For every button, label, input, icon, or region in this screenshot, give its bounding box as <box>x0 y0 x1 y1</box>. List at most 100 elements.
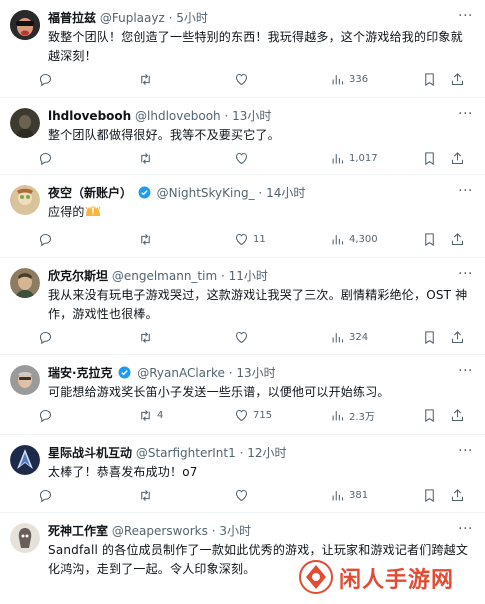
tweet[interactable]: 欣克尔斯坦 @engelmann_tim · 11小时 我从来没有玩电子游戏哭过… <box>0 258 485 355</box>
handle[interactable]: @Reapersworks <box>112 524 208 538</box>
avatar[interactable] <box>10 445 40 475</box>
bookmark-icon <box>425 330 434 344</box>
tweet[interactable]: 瑞安·克拉克 @RyanAClarke · 13小时 可能想给游戏奖长笛小子发送… <box>0 355 485 435</box>
views-count: 336 <box>349 73 369 85</box>
retweet-button[interactable]: 4 <box>138 406 163 424</box>
separator: · <box>211 524 216 538</box>
watermark-text: 闲人手游网 <box>339 568 455 593</box>
reply-button[interactable] <box>38 70 53 88</box>
views-button[interactable]: 324 <box>330 328 368 346</box>
reply-button[interactable] <box>38 149 53 167</box>
tweet-text: 整个团队都做得很好。我等不及要买它了。 <box>48 128 280 142</box>
likes-count: 11 <box>253 233 266 245</box>
tweet-header: 欣克尔斯坦 @engelmann_tim · 11小时 <box>48 267 473 285</box>
display-name[interactable]: 欣克尔斯坦 <box>48 269 108 283</box>
reply-button[interactable] <box>38 230 53 248</box>
display-name[interactable]: 死神工作室 <box>48 524 108 538</box>
avatar[interactable] <box>10 185 40 215</box>
bookmark-button[interactable] <box>422 406 437 424</box>
tweet-content: 瑞安·克拉克 @RyanAClarke · 13小时 可能想给游戏奖长笛小子发送… <box>48 364 473 402</box>
timestamp[interactable]: 11小时 <box>229 269 268 283</box>
reply-icon <box>39 73 52 86</box>
reply-button[interactable] <box>38 486 53 504</box>
retweet-button[interactable] <box>138 486 153 504</box>
views-icon <box>332 234 344 244</box>
avatar[interactable] <box>10 108 40 138</box>
more-options-button[interactable]: ··· <box>458 522 473 536</box>
timestamp[interactable]: 5小时 <box>176 11 208 25</box>
retweet-button[interactable] <box>138 230 153 248</box>
retweet-button[interactable] <box>138 149 153 167</box>
separator: · <box>168 11 173 25</box>
like-button[interactable]: 715 <box>234 406 272 424</box>
handle[interactable]: @lhdlovebooh <box>135 109 221 123</box>
timestamp[interactable]: 12小时 <box>247 446 286 460</box>
more-options-button[interactable]: ··· <box>458 9 473 23</box>
handle[interactable]: @StarfighterInt1 <box>136 446 236 460</box>
share-button[interactable] <box>450 486 465 504</box>
bookmark-button[interactable] <box>422 328 437 346</box>
tweet-text: 太棒了！恭喜发布成功！o7 <box>48 465 198 479</box>
reply-button[interactable] <box>38 406 53 424</box>
avatar[interactable] <box>10 268 40 298</box>
reply-button[interactable] <box>38 328 53 346</box>
avatar[interactable] <box>10 523 40 553</box>
tweet-text: 我从来没有玩电子游戏哭过，这款游戏让我哭了三次。剧情精彩绝伦，OST 神作，游戏… <box>48 288 468 321</box>
handle[interactable]: @NightSkyKing_ <box>157 186 255 200</box>
tweet-content: 福普拉兹 @Fuplaayz · 5小时 致整个团队！您创造了一些特别的东西！我… <box>48 9 473 66</box>
views-count: 4,300 <box>349 233 378 245</box>
separator: · <box>224 109 229 123</box>
separator: · <box>220 269 225 283</box>
share-button[interactable] <box>450 328 465 346</box>
views-button[interactable]: 336 <box>330 70 368 88</box>
tweet[interactable]: 夜空（新账户） @NightSkyKing_ · 14小时 应得的 ··· 11… <box>0 175 485 258</box>
avatar[interactable] <box>10 10 40 40</box>
display-name[interactable]: 夜空（新账户） <box>48 186 132 200</box>
share-button[interactable] <box>450 149 465 167</box>
display-name[interactable]: lhdlovebooh <box>48 109 131 123</box>
timestamp[interactable]: 3小时 <box>219 524 251 538</box>
like-button[interactable] <box>234 328 249 346</box>
tweet[interactable]: 星际战斗机互动 @StarfighterInt1 · 12小时 太棒了！恭喜发布… <box>0 435 485 513</box>
views-button[interactable]: 1,017 <box>330 149 378 167</box>
display-name[interactable]: 星际战斗机互动 <box>48 446 132 460</box>
retweet-button[interactable] <box>138 328 153 346</box>
bookmark-button[interactable] <box>422 230 437 248</box>
share-button[interactable] <box>450 230 465 248</box>
display-name[interactable]: 福普拉兹 <box>48 11 96 25</box>
handle[interactable]: @Fuplaayz <box>100 11 165 25</box>
like-button[interactable] <box>234 486 249 504</box>
display-name[interactable]: 瑞安·克拉克 <box>48 366 113 380</box>
views-count: 381 <box>349 489 369 501</box>
share-button[interactable] <box>450 70 465 88</box>
tweet[interactable]: 福普拉兹 @Fuplaayz · 5小时 致整个团队！您创造了一些特别的东西！我… <box>0 0 485 98</box>
more-options-button[interactable]: ··· <box>458 444 473 458</box>
reply-icon <box>39 233 52 246</box>
timestamp[interactable]: 13小时 <box>236 366 275 380</box>
avatar[interactable] <box>10 365 40 395</box>
more-options-button[interactable]: ··· <box>458 267 473 281</box>
retweet-icon <box>141 233 150 245</box>
like-button[interactable]: 11 <box>234 230 266 248</box>
timestamp[interactable]: 14小时 <box>266 186 305 200</box>
share-button[interactable] <box>450 406 465 424</box>
bookmark-button[interactable] <box>422 149 437 167</box>
tweet[interactable]: lhdlovebooh @lhdlovebooh · 13小时 整个团队都做得很… <box>0 98 485 175</box>
like-button[interactable] <box>234 149 249 167</box>
more-options-button[interactable]: ··· <box>458 364 473 378</box>
handle[interactable]: @engelmann_tim <box>112 269 217 283</box>
more-options-button[interactable]: ··· <box>458 107 473 121</box>
views-button[interactable]: 4,300 <box>330 230 378 248</box>
separator: · <box>239 446 244 460</box>
like-button[interactable] <box>234 70 249 88</box>
views-button[interactable]: 381 <box>330 486 368 504</box>
more-options-button[interactable]: ··· <box>458 184 473 198</box>
bookmark-button[interactable] <box>422 70 437 88</box>
views-button[interactable]: 2.3万 <box>330 406 375 424</box>
bookmark-button[interactable] <box>422 486 437 504</box>
reply-icon <box>39 489 52 502</box>
timestamp[interactable]: 13小时 <box>232 109 271 123</box>
retweet-button[interactable] <box>138 70 153 88</box>
handle[interactable]: @RyanAClarke <box>137 366 225 380</box>
reply-icon <box>39 152 52 165</box>
